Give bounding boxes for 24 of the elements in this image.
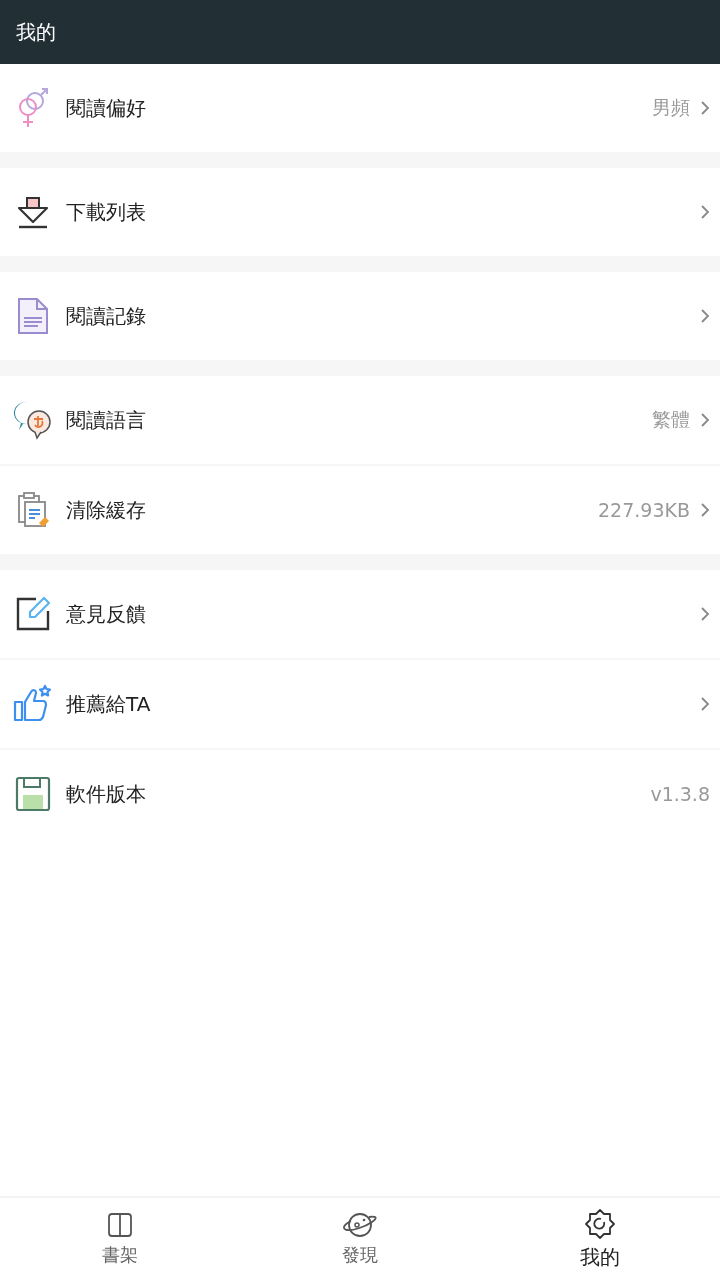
document-icon xyxy=(15,296,51,336)
download-icon xyxy=(15,194,51,230)
menu-label: 閱讀偏好 xyxy=(66,94,147,122)
menu-label: 閱讀記錄 xyxy=(66,302,147,330)
menu-label: 閱讀語言 xyxy=(66,406,147,434)
menu-label: 清除緩存 xyxy=(66,496,147,524)
menu-value: 227.93KB xyxy=(598,499,690,521)
menu-label: 推薦給TA xyxy=(66,690,152,718)
edit-icon xyxy=(14,595,52,633)
clipboard-icon xyxy=(15,490,51,530)
menu-label: 軟件版本 xyxy=(66,780,147,808)
menu-label: 下載列表 xyxy=(66,198,147,226)
menu-label: 意見反饋 xyxy=(66,600,147,628)
speech-bubbles-icon xyxy=(13,400,53,440)
tab[interactable]: 發現 xyxy=(240,1198,480,1280)
settings-icon xyxy=(584,1207,616,1240)
menu-value: 繁體 xyxy=(652,407,690,432)
menu-value: v1.3.8 xyxy=(650,783,710,805)
book-icon xyxy=(106,1211,134,1239)
tab[interactable]: 書架 xyxy=(0,1198,240,1280)
thumbs-up-icon xyxy=(13,684,53,724)
menu-value: 男頻 xyxy=(652,95,690,120)
tab[interactable]: 我的 xyxy=(480,1198,720,1280)
page-title: 我的 xyxy=(16,18,56,46)
